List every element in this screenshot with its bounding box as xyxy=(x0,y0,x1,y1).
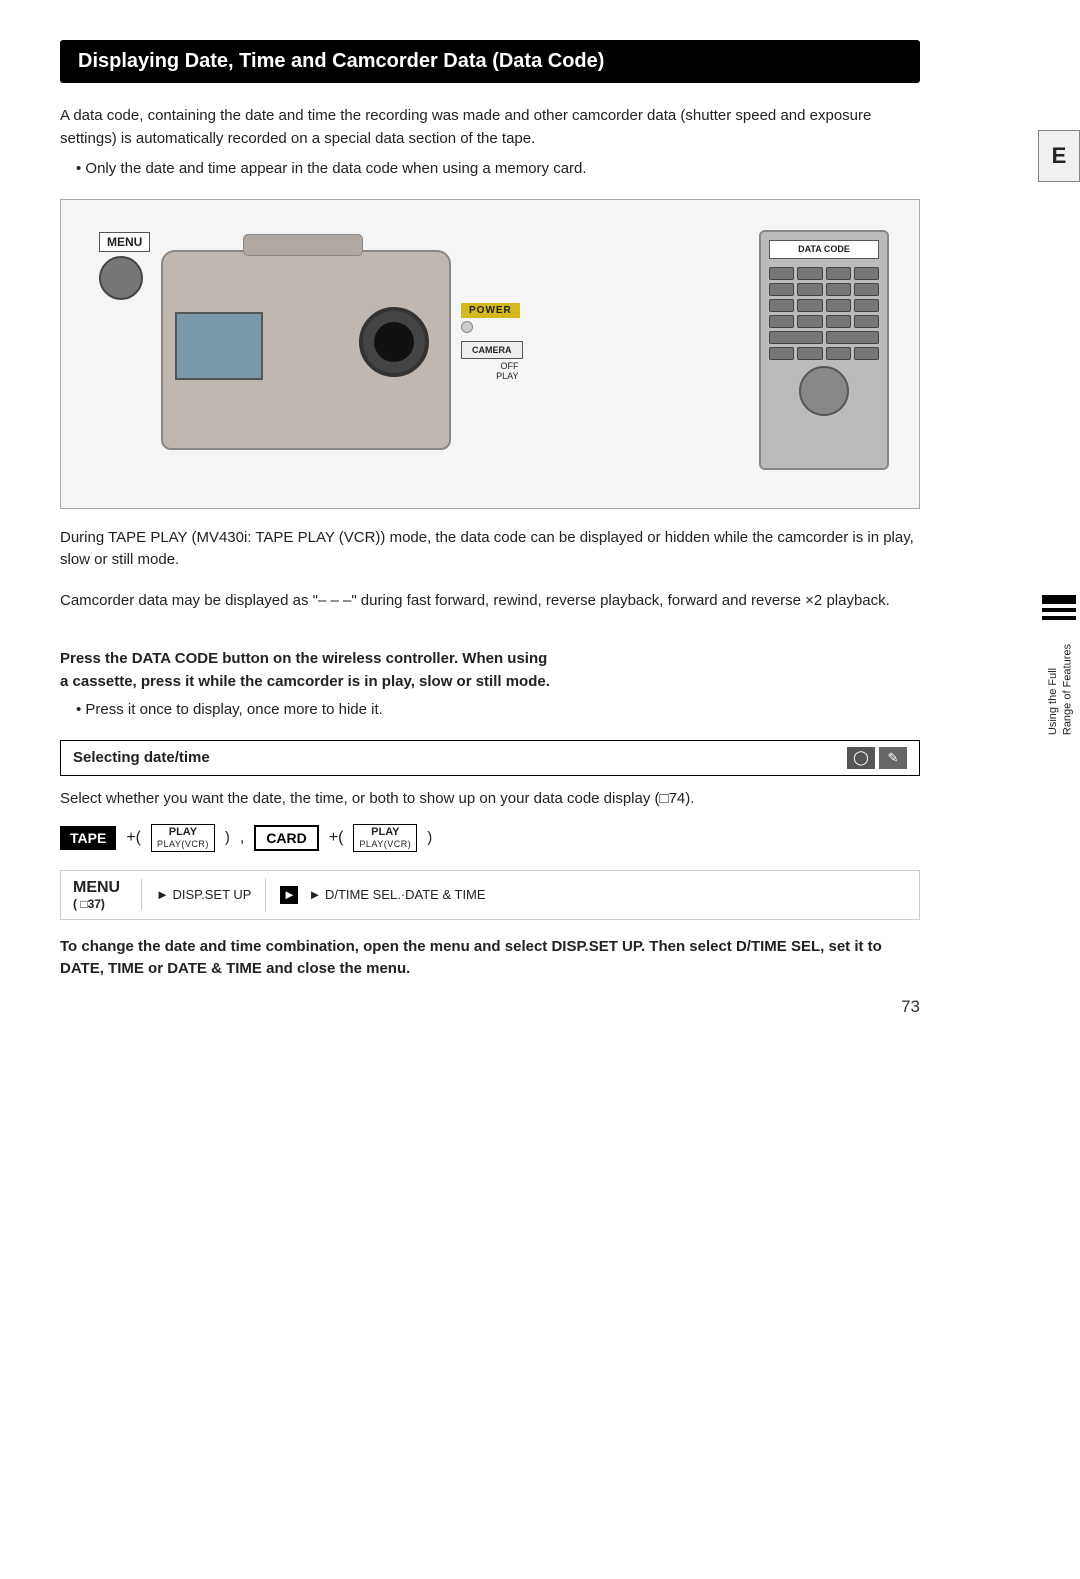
intro-para1: A data code, containing the date and tim… xyxy=(60,105,920,150)
menu-label: MENU xyxy=(73,879,129,897)
card-badge: CARD xyxy=(254,825,318,851)
remote-row6 xyxy=(769,347,879,360)
intro-para2: During TAPE PLAY (MV430i: TAPE PLAY (VCR… xyxy=(60,527,920,572)
data-code-btn: DATA CODE xyxy=(769,240,879,260)
selecting-datetime-section: Selecting date/time ◯ ✎ xyxy=(60,740,920,776)
sidebar-thick-line xyxy=(1042,595,1076,604)
remote-row5 xyxy=(769,331,879,344)
menu-step1-text: ► DISP.SET UP xyxy=(156,887,251,902)
remote-btn xyxy=(797,315,822,328)
sidebar-vertical-text-container: Using the Full Range of Features xyxy=(1040,640,1080,840)
remote-btn xyxy=(826,267,851,280)
power-label: POWER xyxy=(461,303,520,318)
pencil-icon-box: ✎ xyxy=(879,747,907,769)
intro-bullet1: Only the date and time appear in the dat… xyxy=(60,158,920,181)
remote-btn xyxy=(797,283,822,296)
tape-icon-box: ◯ xyxy=(847,747,875,769)
sidebar-thin-line1 xyxy=(1042,608,1076,612)
remote-row1 xyxy=(769,267,879,280)
play-vcr-label2: PLAY(VCR) xyxy=(359,839,411,850)
camera-handle xyxy=(243,234,363,256)
selecting-datetime-title: Selecting date/time xyxy=(73,749,210,766)
page-number: 73 xyxy=(901,997,920,1017)
final-instruction: To change the date and time combination,… xyxy=(60,936,920,981)
mode-row: TAPE +( PLAY PLAY(VCR) ) , CARD +( PLAY … xyxy=(60,824,920,852)
remote-btn xyxy=(769,347,794,360)
close-paren2: ) xyxy=(427,829,432,846)
play-label: PLAY xyxy=(461,371,523,381)
plus2: +( xyxy=(329,829,344,847)
card-play-badge: PLAY PLAY(VCR) xyxy=(353,824,417,852)
remote-btn xyxy=(769,267,794,280)
sidebar-decoration xyxy=(1038,590,1080,625)
remote-btn xyxy=(769,315,794,328)
play-label-top: PLAY xyxy=(169,826,197,839)
section-letter-tab: E xyxy=(1038,130,1080,182)
remote-btn xyxy=(769,331,823,344)
remote-round-btn xyxy=(799,366,849,416)
menu-steps-row: MENU ( □37) ► DISP.SET UP ► ► D/TIME SEL… xyxy=(60,870,920,920)
off-label: OFF xyxy=(461,361,523,371)
camera-lens xyxy=(359,307,429,377)
menu-button-circle xyxy=(99,256,143,300)
tape-icon: ◯ xyxy=(853,749,869,766)
section-icons: ◯ ✎ xyxy=(847,747,907,769)
power-area: POWER CAMERA OFF PLAY xyxy=(461,300,523,381)
remote-btn xyxy=(769,283,794,296)
menu-step2-text: ► D/TIME SEL.·DATE & TIME xyxy=(308,887,485,902)
menu-page-ref: ( □37) xyxy=(73,897,129,911)
remote-row2 xyxy=(769,283,879,296)
remote-btn xyxy=(826,299,851,312)
camera-screen xyxy=(175,312,263,380)
bold-instruction: Press the DATA CODE button on the wirele… xyxy=(60,648,920,693)
remote-btn xyxy=(826,283,851,296)
camera-switch: CAMERA xyxy=(461,341,523,359)
menu-step2: ► ► D/TIME SEL.·DATE & TIME xyxy=(265,878,499,912)
arrow-icon: ► xyxy=(280,886,298,904)
remote-control: DATA CODE xyxy=(759,230,889,470)
remote-btn xyxy=(797,347,822,360)
remote-btn xyxy=(854,315,879,328)
menu-label-cell: MENU ( □37) xyxy=(61,871,141,919)
menu-box: MENU xyxy=(99,232,150,300)
remote-btn xyxy=(854,283,879,296)
remote-btn xyxy=(826,331,880,344)
remote-btn xyxy=(797,299,822,312)
tape-play-badge: PLAY PLAY(VCR) xyxy=(151,824,215,852)
remote-btn xyxy=(797,267,822,280)
close-paren1: ) xyxy=(225,829,230,846)
remote-row4 xyxy=(769,315,879,328)
camcorder-illustration: MENU POWER CAMERA OFF PLAY xyxy=(60,199,920,509)
remote-btn xyxy=(854,267,879,280)
remote-btn xyxy=(854,347,879,360)
remote-btn xyxy=(826,315,851,328)
comma-sep: , xyxy=(240,829,244,847)
camera-body xyxy=(161,250,451,450)
remote-btn xyxy=(826,347,851,360)
remote-row3 xyxy=(769,299,879,312)
plus1: +( xyxy=(126,829,141,847)
remote-btn xyxy=(769,299,794,312)
play-label-top2: PLAY xyxy=(371,826,399,839)
pencil-icon: ✎ xyxy=(888,750,899,766)
remote-btn xyxy=(854,299,879,312)
play-vcr-label: PLAY(VCR) xyxy=(157,839,209,850)
intro-para3: Camcorder data may be displayed as "– – … xyxy=(60,590,920,613)
selecting-datetime-desc: Select whether you want the date, the ti… xyxy=(60,788,920,811)
sidebar-vertical-text-using: Using the Full Range of Features xyxy=(1040,640,1080,739)
camera-lens-inner xyxy=(374,322,414,362)
menu-step1: ► DISP.SET UP xyxy=(141,879,265,910)
power-indicator xyxy=(461,321,473,333)
page-title: Displaying Date, Time and Camcorder Data… xyxy=(60,40,920,83)
menu-label: MENU xyxy=(99,232,150,252)
sidebar-thin-line2 xyxy=(1042,616,1076,620)
instruction-bullet2: Press it once to display, once more to h… xyxy=(60,699,920,722)
tape-badge: TAPE xyxy=(60,826,116,850)
